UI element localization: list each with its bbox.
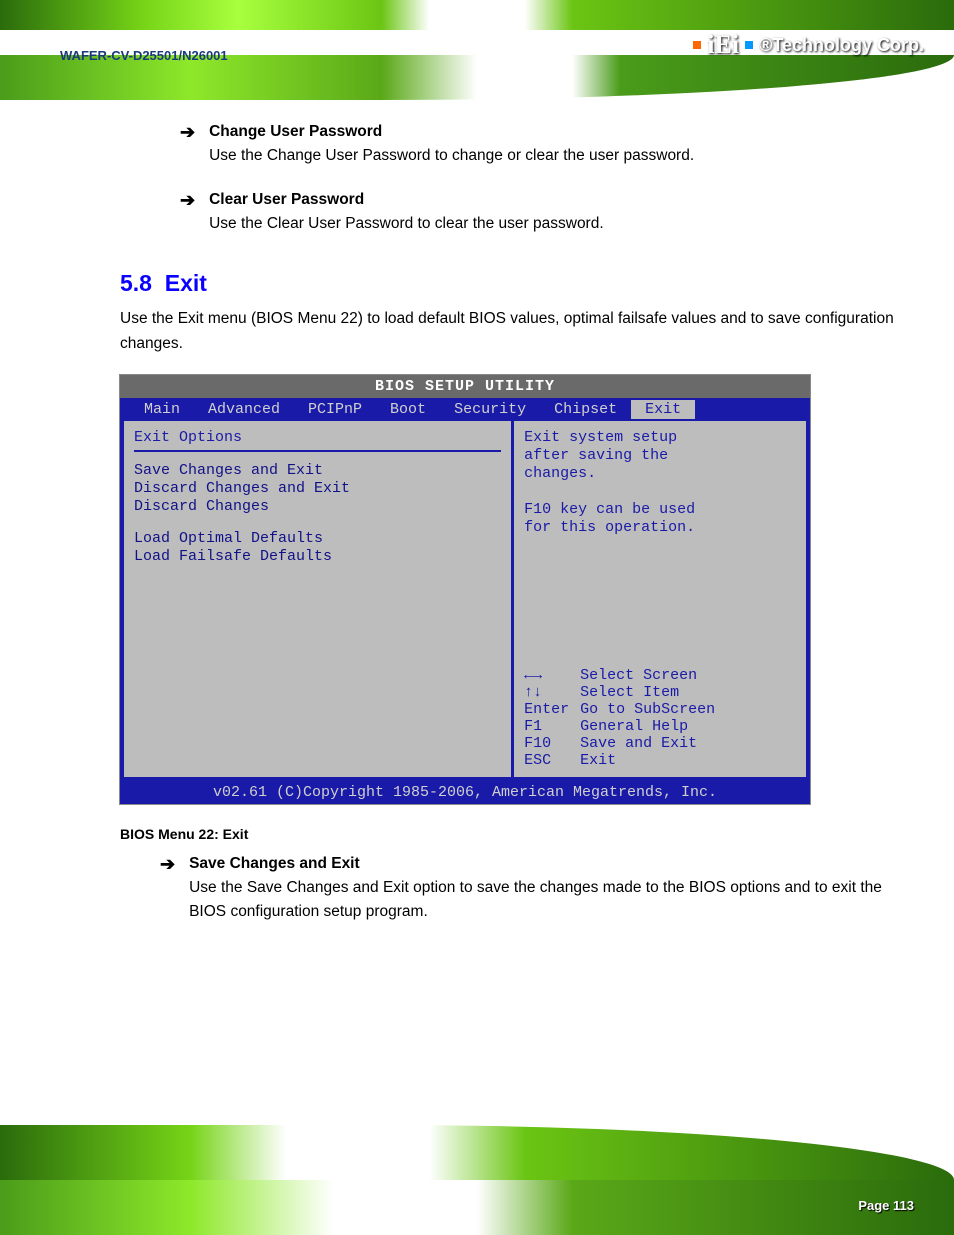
bios-key-row: F1General Help xyxy=(524,718,796,735)
bios-key-row: F10Save and Exit xyxy=(524,735,796,752)
bios-option[interactable]: Load Optimal Defaults xyxy=(134,530,501,547)
bios-option[interactable]: Save Changes and Exit xyxy=(134,462,501,479)
bullet-text: Use the Change User Password to change o… xyxy=(209,147,694,164)
bios-key: F1 xyxy=(524,718,580,735)
bios-option[interactable]: Discard Changes and Exit xyxy=(134,480,501,497)
bios-key-desc: Go to SubScreen xyxy=(580,701,715,718)
section-paragraph: Use the Exit menu (BIOS Menu 22) to load… xyxy=(120,307,894,357)
bios-tab-security[interactable]: Security xyxy=(440,400,540,419)
bullet-change-user-password: ➔ Change User Password Use the Change Us… xyxy=(180,120,894,168)
bios-help-line: for this operation. xyxy=(524,519,796,536)
bios-key-row: EnterGo to SubScreen xyxy=(524,701,796,718)
bios-key: F10 xyxy=(524,735,580,752)
product-name: WAFER-CV-D25501/N26001 xyxy=(60,48,228,63)
bios-key-desc: Exit xyxy=(580,752,616,769)
bios-key: Enter xyxy=(524,701,580,718)
bios-key-desc: Select Item xyxy=(580,684,679,701)
header-strip-1 xyxy=(0,0,954,30)
bios-window: BIOS SETUP UTILITY MainAdvancedPCIPnPBoo… xyxy=(120,375,810,804)
bios-key-row: ↑↓Select Item xyxy=(524,684,796,701)
bios-key: ESC xyxy=(524,752,580,769)
bios-tab-advanced[interactable]: Advanced xyxy=(194,400,294,419)
bios-key: ↑↓ xyxy=(524,684,580,701)
bios-help-line: F10 key can be used xyxy=(524,501,796,518)
bios-title: BIOS SETUP UTILITY xyxy=(120,375,810,398)
bios-screenshot: BIOS SETUP UTILITY MainAdvancedPCIPnPBoo… xyxy=(120,375,810,804)
bios-key-desc: General Help xyxy=(580,718,688,735)
logo-area: iEi ®Technology Corp. xyxy=(693,30,924,60)
footer-strip-2 xyxy=(0,1180,954,1235)
page-content: ➔ Change User Password Use the Change Us… xyxy=(0,120,954,944)
bios-help-line: changes. xyxy=(524,465,796,482)
logo-square-blue-icon xyxy=(745,41,753,49)
bios-tab-chipset[interactable]: Chipset xyxy=(540,400,631,419)
arrow-icon: ➔ xyxy=(160,854,175,875)
bios-key-row: ←→Select Screen xyxy=(524,667,796,684)
bios-tabs: MainAdvancedPCIPnPBootSecurityChipsetExi… xyxy=(120,398,810,421)
bios-footer: v02.61 (C)Copyright 1985-2006, American … xyxy=(120,781,810,804)
bios-left-panel: Exit Options Save Changes and ExitDiscar… xyxy=(124,421,514,777)
bullet-body: Save Changes and Exit Use the Save Chang… xyxy=(189,852,894,924)
page-footer-band: Page 113 xyxy=(0,1125,954,1235)
page-header-band: iEi ®Technology Corp. WAFER-CV-D25501/N2… xyxy=(0,0,954,100)
bullet-head: Change User Password xyxy=(209,123,382,140)
bios-body: Exit Options Save Changes and ExitDiscar… xyxy=(120,421,810,781)
bullet-clear-user-password: ➔ Clear User Password Use the Clear User… xyxy=(180,188,894,236)
bios-key-legend: ←→Select Screen↑↓Select ItemEnterGo to S… xyxy=(524,667,796,769)
bullet-head: Save Changes and Exit xyxy=(189,855,360,872)
logo-text: iEi xyxy=(707,30,739,60)
bios-option-gap xyxy=(134,516,501,530)
figure-caption: BIOS Menu 22: Exit xyxy=(120,826,894,842)
bios-left-title: Exit Options xyxy=(134,429,501,452)
bios-tab-exit[interactable]: Exit xyxy=(631,400,695,419)
bios-key-desc: Save and Exit xyxy=(580,735,697,752)
bios-key-row: ESCExit xyxy=(524,752,796,769)
bullet-text: Use the Clear User Password to clear the… xyxy=(209,215,604,232)
page-number: Page 113 xyxy=(858,1198,914,1213)
arrow-icon: ➔ xyxy=(180,122,195,143)
bios-help-line: Exit system setup xyxy=(524,429,796,446)
bios-right-panel: Exit system setupafter saving thechanges… xyxy=(514,421,806,777)
section-title: 5.8 Exit xyxy=(120,270,894,297)
bios-key-desc: Select Screen xyxy=(580,667,697,684)
logo-subtext: ®Technology Corp. xyxy=(759,35,924,56)
bios-tab-main[interactable]: Main xyxy=(130,400,194,419)
bios-option[interactable]: Load Failsafe Defaults xyxy=(134,548,501,565)
bios-help-line xyxy=(524,483,796,500)
bios-help-line: after saving the xyxy=(524,447,796,464)
bios-help-text: Exit system setupafter saving thechanges… xyxy=(524,429,796,537)
arrow-icon: ➔ xyxy=(180,190,195,211)
bios-tab-pcipnp[interactable]: PCIPnP xyxy=(294,400,376,419)
bios-key: ←→ xyxy=(524,667,580,684)
bios-tab-boot[interactable]: Boot xyxy=(376,400,440,419)
bullet-head: Clear User Password xyxy=(209,191,364,208)
bullet-body: Change User Password Use the Change User… xyxy=(209,120,894,168)
logo-square-orange-icon xyxy=(693,41,701,49)
bullet-body: Clear User Password Use the Clear User P… xyxy=(209,188,894,236)
bios-options-list: Save Changes and ExitDiscard Changes and… xyxy=(134,462,501,565)
section-name: Exit xyxy=(165,270,207,296)
bullet-save-changes-exit: ➔ Save Changes and Exit Use the Save Cha… xyxy=(160,852,894,924)
bios-option[interactable]: Discard Changes xyxy=(134,498,501,515)
bullet-text: Use the Save Changes and Exit option to … xyxy=(189,879,882,920)
section-number: 5.8 xyxy=(120,270,152,296)
footer-strip-1 xyxy=(0,1125,954,1180)
